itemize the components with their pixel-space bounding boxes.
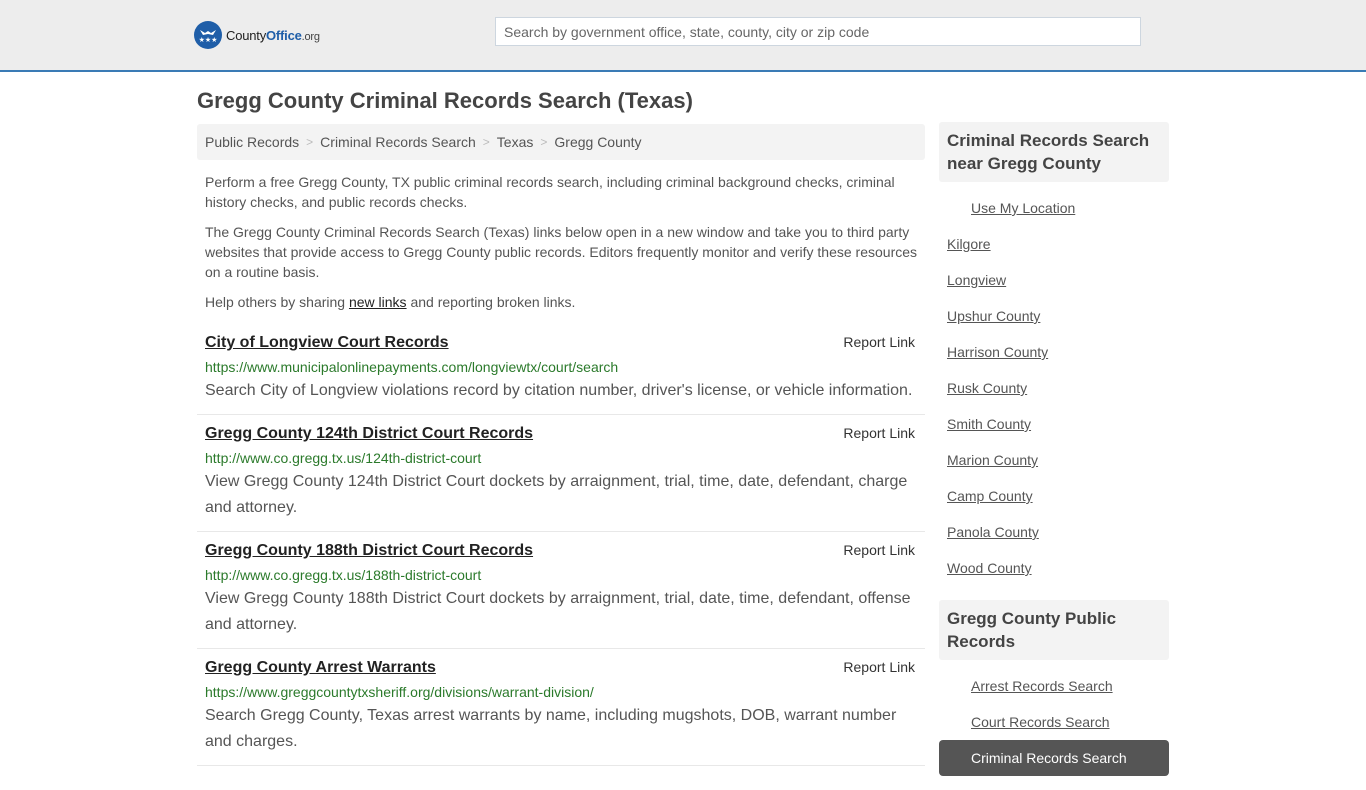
listing-item: Gregg County 124th District Court Record… (197, 415, 925, 532)
public-records-heading: Gregg County Public Records (939, 600, 1169, 660)
nearby-item: Smith County (939, 406, 1169, 442)
criminal-records-search-link[interactable]: Criminal Records Search (939, 750, 1127, 766)
listing-title-link[interactable]: Gregg County 124th District Court Record… (205, 423, 533, 445)
public-records-list: Arrest Records Search Court Records Sear… (939, 660, 1169, 790)
breadcrumb: Public Records > Criminal Records Search… (197, 124, 925, 160)
listing-item: City of Longview Court Records Report Li… (197, 332, 925, 415)
nearby-item: Longview (939, 262, 1169, 298)
listing-item: Gregg County Arrest Warrants Report Link… (197, 649, 925, 766)
nearby-link-kilgore[interactable]: Kilgore (939, 236, 991, 252)
site-header: ★★★ CountyOffice.org (0, 0, 1366, 72)
intro-paragraph-2: The Gregg County Criminal Records Search… (205, 224, 918, 280)
public-records-item: Court Records Search (939, 704, 1169, 740)
nearby-link-longview[interactable]: Longview (939, 272, 1006, 288)
new-links-link[interactable]: new links (349, 294, 407, 310)
breadcrumb-public-records[interactable]: Public Records (205, 134, 299, 150)
nearby-item: Panola County (939, 514, 1169, 550)
search-input[interactable] (495, 17, 1141, 46)
report-link-button[interactable]: Report Link (843, 542, 915, 558)
logo-link[interactable]: ★★★ CountyOffice.org (194, 20, 320, 50)
breadcrumb-criminal-records-search[interactable]: Criminal Records Search (320, 134, 476, 150)
nearby-link-camp-county[interactable]: Camp County (939, 488, 1033, 504)
nearby-item: Marion County (939, 442, 1169, 478)
nearby-item: Harrison County (939, 334, 1169, 370)
listing-item: Gregg County 188th District Court Record… (197, 532, 925, 649)
nearby-link-marion-county[interactable]: Marion County (939, 452, 1038, 468)
listing-description: View Gregg County 124th District Court d… (205, 473, 908, 516)
use-my-location-item: Use My Location (939, 190, 1169, 226)
breadcrumb-gregg-county[interactable]: Gregg County (554, 134, 641, 150)
listing-url: https://www.municipalonlinepayments.com/… (205, 359, 619, 375)
use-my-location-link[interactable]: Use My Location (939, 200, 1075, 216)
court-records-search-link[interactable]: Court Records Search (939, 714, 1110, 730)
breadcrumb-separator: > (306, 135, 314, 149)
nearby-item: Camp County (939, 478, 1169, 514)
nearby-list: Use My Location Kilgore Longview Upshur … (939, 182, 1169, 600)
intro-paragraph-3: Help others by sharing new links and rep… (205, 294, 576, 310)
listing-title-link[interactable]: City of Longview Court Records (205, 332, 449, 354)
page-title: Gregg County Criminal Records Search (Te… (197, 88, 693, 113)
public-records-item-active: Criminal Records Search (939, 740, 1169, 776)
intro-text: Perform a free Gregg County, TX public c… (197, 172, 925, 312)
listing-description: View Gregg County 188th District Court d… (205, 590, 911, 633)
breadcrumb-texas[interactable]: Texas (497, 134, 534, 150)
sidebar: Criminal Records Search near Gregg Count… (939, 122, 1169, 790)
listing-url: http://www.co.gregg.tx.us/188th-district… (205, 567, 482, 583)
arrest-records-search-link[interactable]: Arrest Records Search (939, 678, 1113, 694)
nearby-link-panola-county[interactable]: Panola County (939, 524, 1039, 540)
svg-text:★★★: ★★★ (199, 36, 218, 44)
intro-paragraph-1: Perform a free Gregg County, TX public c… (205, 174, 895, 210)
listing-description: Search Gregg County, Texas arrest warran… (205, 707, 897, 750)
report-link-button[interactable]: Report Link (843, 334, 915, 350)
listing-url: https://www.greggcountytxsheriff.org/div… (205, 684, 594, 700)
breadcrumb-separator: > (540, 135, 548, 149)
nearby-link-upshur-county[interactable]: Upshur County (939, 308, 1040, 324)
nearby-item: Kilgore (939, 226, 1169, 262)
logo-text: CountyOffice.org (226, 27, 320, 43)
listing-title-link[interactable]: Gregg County 188th District Court Record… (205, 540, 533, 562)
nearby-link-harrison-county[interactable]: Harrison County (939, 344, 1048, 360)
nearby-link-smith-county[interactable]: Smith County (939, 416, 1031, 432)
breadcrumb-separator: > (482, 135, 490, 149)
nearby-heading: Criminal Records Search near Gregg Count… (939, 122, 1169, 182)
nearby-link-rusk-county[interactable]: Rusk County (939, 380, 1027, 396)
nearby-item: Upshur County (939, 298, 1169, 334)
report-link-button[interactable]: Report Link (843, 659, 915, 675)
listings: City of Longview Court Records Report Li… (197, 332, 925, 766)
public-records-item: Arrest Records Search (939, 668, 1169, 704)
main-content: Public Records > Criminal Records Search… (197, 124, 925, 766)
report-link-button[interactable]: Report Link (843, 425, 915, 441)
nearby-item: Wood County (939, 550, 1169, 586)
listing-url: http://www.co.gregg.tx.us/124th-district… (205, 450, 482, 466)
listing-description: Search City of Longview violations recor… (205, 382, 913, 399)
nearby-item: Rusk County (939, 370, 1169, 406)
nearby-link-wood-county[interactable]: Wood County (939, 560, 1032, 576)
eagle-stars-icon: ★★★ (194, 21, 222, 49)
listing-title-link[interactable]: Gregg County Arrest Warrants (205, 657, 436, 679)
